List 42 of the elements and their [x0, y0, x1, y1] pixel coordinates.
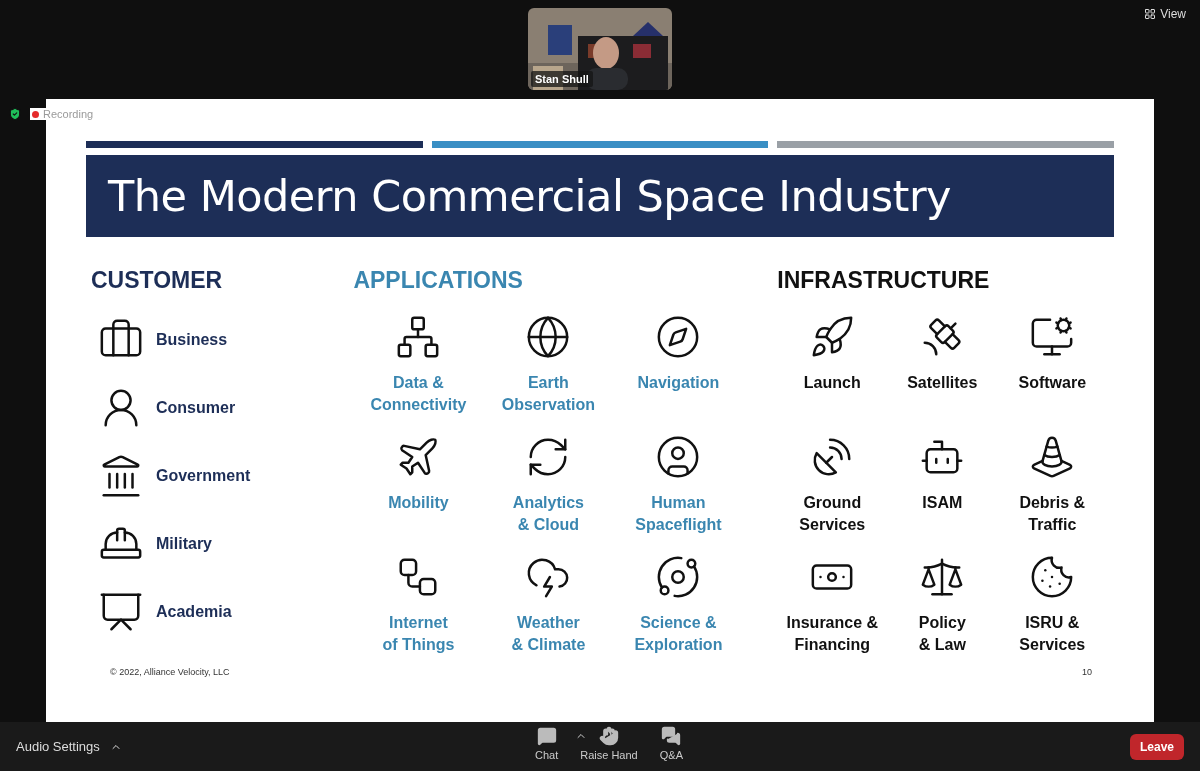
customer-label: Business	[156, 330, 228, 349]
infrastructure-label: Software	[1018, 373, 1087, 393]
copyright-text: © 2022, Alliance Velocity, LLC	[110, 667, 230, 677]
infrastructure-label: Insurance & Financing	[786, 613, 879, 655]
infrastructure-label: Ground Services	[799, 493, 866, 535]
infrastructure-label: Satellites	[907, 373, 978, 393]
participant-name: Stan Shull	[531, 71, 593, 87]
grid-icon	[1144, 8, 1157, 20]
customer-label: Military	[156, 534, 212, 553]
infrastructure-label: Launch	[803, 373, 861, 393]
application-label: Human Spaceflight	[635, 493, 722, 535]
chat-bubbles-icon	[661, 726, 682, 746]
application-label: Analytics & Cloud	[512, 493, 584, 535]
customer-label: Academia	[156, 602, 232, 621]
application-label: Science & Exploration	[634, 613, 723, 655]
section-heading: INFRASTRUCTURE	[777, 267, 991, 294]
toolbar-button[interactable]: Q&A	[659, 726, 683, 761]
toolbar-button[interactable]: Chat	[535, 726, 559, 761]
customer-label: Consumer	[156, 398, 236, 417]
hand-icon	[599, 726, 619, 746]
section-heading: CUSTOMER	[91, 267, 224, 294]
infrastructure-label: Policy & Law	[918, 613, 966, 655]
infrastructure-label: ISAM	[922, 493, 963, 513]
shield-icon	[8, 107, 22, 121]
slide-title: The Modern Commercial Space Industry	[108, 171, 952, 221]
application-label: Data & Connectivity	[370, 373, 467, 415]
application-label: Mobility	[388, 493, 449, 513]
chat-icon	[536, 726, 557, 746]
view-button[interactable]: View	[1144, 7, 1186, 21]
application-label: Weather & Climate	[511, 613, 586, 655]
section-heading: APPLICATIONS	[353, 267, 524, 294]
toolbar-button[interactable]: Raise Hand	[580, 726, 638, 761]
infrastructure-label: ISRU & Services	[1019, 613, 1086, 655]
application-label: Navigation	[637, 373, 720, 393]
page-number: 10	[1082, 667, 1092, 677]
application-label: Earth Observation	[501, 373, 596, 415]
application-label: Internet of Things	[382, 613, 455, 655]
infrastructure-label: Debris & Traffic	[1019, 493, 1086, 535]
customer-label: Government	[156, 466, 251, 485]
leave-button[interactable]: Leave	[1129, 733, 1184, 760]
recording-indicator: Recording	[30, 108, 96, 120]
audio-settings-button[interactable]: Audio Settings	[16, 739, 122, 754]
